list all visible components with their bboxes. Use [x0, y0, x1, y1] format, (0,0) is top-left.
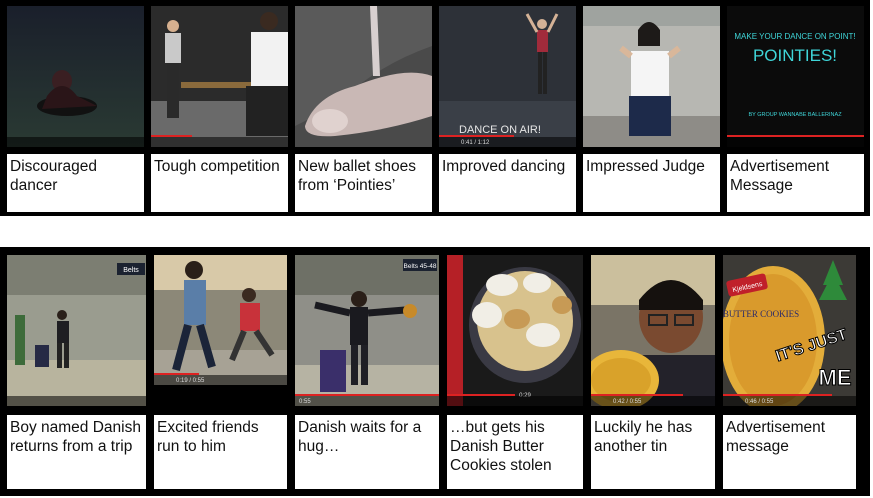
advertisement-slide: MAKE YOUR DANCE ON POINT! POINTIES! BY G…: [727, 6, 864, 147]
storyboard-panel: New ballet shoes from ‘Pointies’: [295, 6, 432, 212]
video-controls[interactable]: 0:41 / 1:12: [439, 137, 576, 147]
panel-caption: Tough competition: [151, 154, 288, 212]
tin-text: BUTTER COOKIES: [723, 309, 799, 319]
timecode: 0:19 / 0:55: [176, 378, 205, 384]
improved-dancing-scene: DANCE ON AIR!: [439, 6, 576, 147]
video-controls[interactable]: [7, 137, 144, 147]
storyboard-panel: 0:29 …but gets his Danish Butter Cookies…: [447, 255, 583, 489]
video-controls[interactable]: [727, 137, 864, 147]
competition-scene: [151, 6, 288, 147]
video-thumbnail[interactable]: 0:42 / 0:55: [591, 255, 715, 406]
stolen-cookies-scene: 0:29: [447, 255, 583, 406]
panel-caption: Impressed Judge: [583, 154, 720, 212]
gate-sign: Belts: [123, 267, 139, 274]
video-controls[interactable]: 0:42 / 0:55: [591, 396, 715, 406]
storyboard-panel: Impressed Judge: [583, 6, 720, 212]
panel-caption: Advertisement message: [723, 415, 856, 489]
video-thumbnail[interactable]: 0:29: [447, 255, 583, 406]
panel-caption: Danish waits for a hug…: [295, 415, 439, 489]
storyboard-panel: Kjeldsens BUTTER COOKIES IT'S JUST ME 0:…: [723, 255, 856, 489]
video-controls[interactable]: 0:55: [295, 396, 439, 406]
storyboard-panel: Belts 45-48 0:55 Danish waits for a hug…: [295, 255, 439, 489]
storyboard-strip-cookies: Belts Boy named Danish returns from a tr…: [0, 247, 870, 496]
panel-caption: Improved dancing: [439, 154, 576, 212]
ad-line: MAKE YOUR DANCE ON POINT!: [734, 32, 855, 41]
storyboard-panel: DANCE ON AIR! 0:41 / 1:12 Improved danci…: [439, 6, 576, 212]
video-thumbnail[interactable]: DANCE ON AIR! 0:41 / 1:12: [439, 6, 576, 147]
video-controls[interactable]: [447, 396, 583, 406]
video-thumbnail[interactable]: Belts 45-48 0:55: [295, 255, 439, 406]
video-controls[interactable]: [7, 396, 146, 406]
video-thumbnail[interactable]: [583, 6, 720, 147]
storyboard-panel: MAKE YOUR DANCE ON POINT! POINTIES! BY G…: [727, 6, 864, 212]
another-tin-scene: [591, 255, 715, 406]
slogan-text-2: ME: [819, 365, 852, 390]
video-thumbnail[interactable]: [295, 6, 432, 147]
video-thumbnail[interactable]: Belts: [7, 255, 146, 406]
video-thumbnail[interactable]: [151, 6, 288, 147]
video-thumbnail[interactable]: Kjeldsens BUTTER COOKIES IT'S JUST ME 0:…: [723, 255, 856, 406]
cookies-advertisement-scene: Kjeldsens BUTTER COOKIES IT'S JUST ME: [723, 255, 856, 406]
discouraged-dancer-scene: [7, 6, 144, 147]
gate-sign: Belts 45-48: [404, 263, 437, 270]
panel-caption: Excited friends run to him: [154, 415, 287, 489]
panel-caption: …but gets his Danish Butter Cookies stol…: [447, 415, 583, 489]
panel-caption: Discouraged dancer: [7, 154, 144, 212]
timecode: 0:42 / 0:55: [613, 399, 642, 405]
waiting-for-hug-scene: Belts 45-48: [295, 255, 439, 406]
video-controls[interactable]: 0:19 / 0:55: [154, 375, 287, 385]
storyboard-panel: Tough competition: [151, 6, 288, 212]
panel-caption: Luckily he has another tin: [591, 415, 715, 489]
panel-caption: Boy named Danish returns from a trip: [7, 415, 146, 489]
storyboard-strip-ballet: Discouraged dancer Tough competition New…: [0, 0, 870, 216]
ad-brand: POINTIES!: [753, 46, 837, 65]
impressed-judge-scene: [583, 6, 720, 147]
storyboard-panel: 0:42 / 0:55 Luckily he has another tin: [591, 255, 715, 489]
ballet-shoe-scene: [295, 6, 432, 147]
video-controls[interactable]: 0:46 / 0:55: [723, 396, 856, 406]
video-controls[interactable]: [151, 137, 288, 147]
timecode: 0:46 / 0:55: [745, 399, 774, 405]
storyboard-panel: Belts Boy named Danish returns from a tr…: [7, 255, 146, 489]
airport-arrival-scene: Belts: [7, 255, 146, 406]
video-thumbnail[interactable]: MAKE YOUR DANCE ON POINT! POINTIES! BY G…: [727, 6, 864, 147]
panel-caption: Advertisement Message: [727, 154, 864, 212]
ad-credit: BY GROUP WANNABE BALLERINAZ: [748, 112, 842, 118]
timecode: 0:55: [299, 399, 311, 405]
panel-caption: New ballet shoes from ‘Pointies’: [295, 154, 432, 212]
friends-running-scene: [154, 255, 287, 385]
video-thumbnail[interactable]: [7, 6, 144, 147]
video-thumbnail[interactable]: 0:19 / 0:55: [154, 255, 287, 385]
storyboard-panel: Discouraged dancer: [7, 6, 144, 212]
storyboard-panel: 0:19 / 0:55 Excited friends run to him: [154, 255, 287, 489]
timecode: 0:41 / 1:12: [461, 140, 490, 146]
